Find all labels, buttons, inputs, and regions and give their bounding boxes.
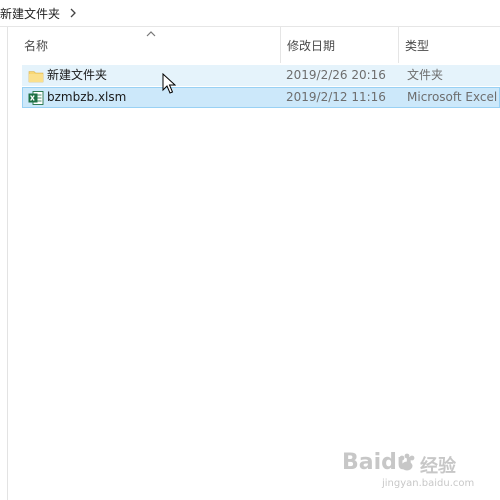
file-row-xlsm[interactable]: bzmbzb.xlsm 2019/2/12 11:16 Microsoft Ex…	[22, 87, 500, 108]
column-header: 名称 修改日期 类型	[8, 27, 500, 63]
file-type: 文件夹	[407, 68, 444, 82]
column-header-date[interactable]: 修改日期	[280, 27, 398, 63]
column-header-type[interactable]: 类型	[398, 27, 500, 63]
file-date: 2019/2/26 20:16	[286, 68, 386, 82]
chevron-right-icon[interactable]	[68, 8, 78, 18]
column-header-type-label: 类型	[405, 38, 430, 53]
file-list: 新建文件夹 2019/2/26 20:16 文件夹 bzmbzb.xlsm 20…	[22, 65, 500, 109]
breadcrumb-item-current[interactable]: 新建文件夹	[0, 5, 60, 22]
file-date: 2019/2/12 11:16	[286, 90, 386, 104]
excel-file-icon	[28, 91, 44, 105]
file-row-folder[interactable]: 新建文件夹 2019/2/26 20:16 文件夹	[22, 65, 500, 86]
file-explorer-window: 新建文件夹 名称 修改日期 类型 新建文件夹 2019/2/26 20:16 文…	[0, 0, 500, 500]
watermark-url: jingyan.baidu.com	[382, 478, 475, 489]
column-header-date-label: 修改日期	[287, 38, 336, 53]
paw-icon	[399, 453, 415, 471]
breadcrumb: 新建文件夹	[0, 0, 500, 27]
folder-icon	[28, 71, 44, 83]
file-type: Microsoft Excel	[407, 90, 498, 104]
column-header-name-label: 名称	[24, 38, 49, 53]
column-header-name[interactable]: 名称	[18, 27, 280, 63]
watermark-brand-cn: 经验	[420, 456, 456, 477]
mouse-cursor-icon	[162, 73, 176, 94]
navigation-pane[interactable]	[0, 27, 8, 500]
watermark: Baidu 经验 jingyan.baidu.com	[342, 450, 492, 494]
